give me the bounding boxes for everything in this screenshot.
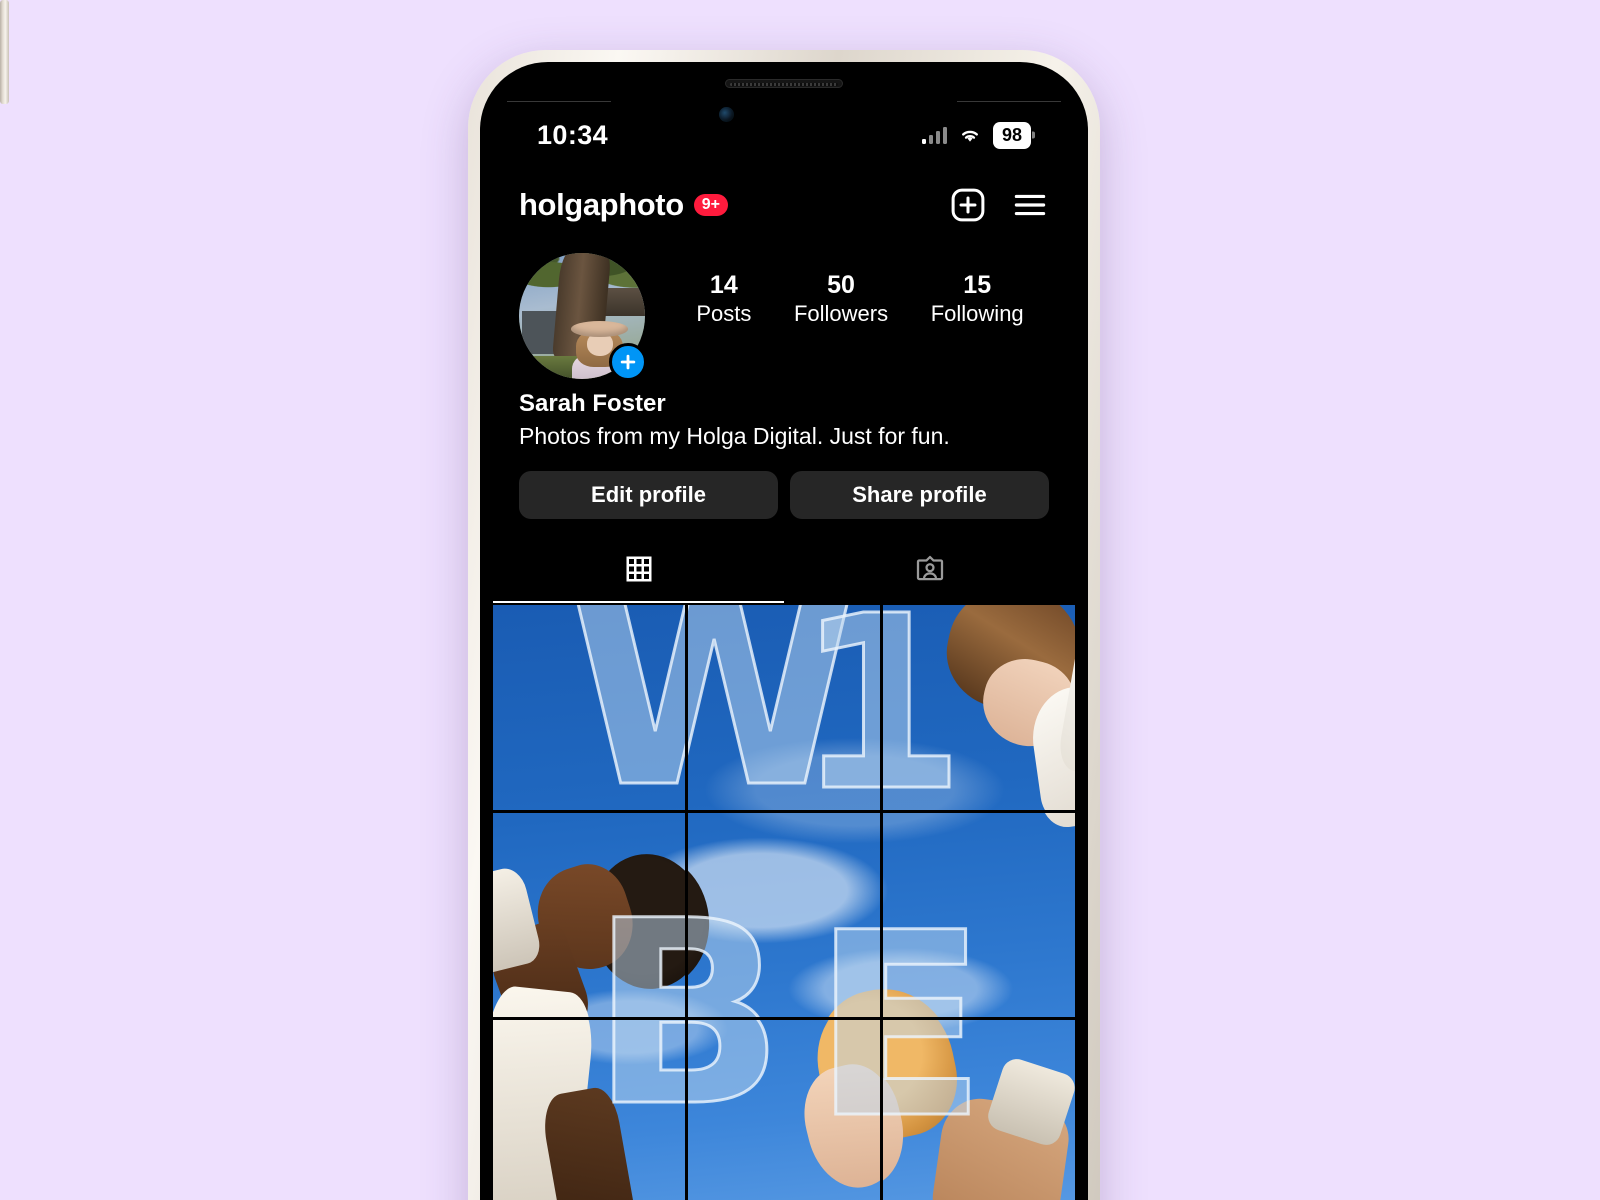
stat-posts-value: 14	[709, 271, 738, 299]
grid-post-2[interactable]: W1 BE	[688, 605, 880, 810]
artwork-slice: W1 BE	[688, 812, 880, 1018]
phone-screen: 10:34 98 holgaphoto 9+ 14 Posts 50 Follo…	[493, 75, 1075, 1200]
profile-action-buttons: Edit profile Share profile	[493, 471, 1075, 519]
profile-summary: 14 Posts 50 Followers 15 Following	[493, 253, 1075, 381]
stat-followers[interactable]: 50 Followers	[794, 271, 888, 327]
artwork-slice: W1 BE	[493, 1020, 685, 1200]
grid-post-6[interactable]: W1 BE	[883, 812, 1075, 1018]
page-title: holgaphoto	[519, 187, 684, 222]
phone-device: 10:34 98 holgaphoto 9+ 14 Posts 50 Follo…	[468, 50, 1100, 1200]
grid-post-5[interactable]: W1 BE	[688, 812, 880, 1018]
bezel-hairline-right	[957, 101, 1061, 102]
profile-tabs	[493, 543, 1075, 603]
app-header: holgaphoto 9+	[493, 169, 1075, 241]
stat-followers-label: Followers	[793, 300, 889, 326]
earpiece-speaker	[725, 79, 843, 88]
artwork-slice: W1 BE	[493, 605, 685, 810]
status-clock: 10:34	[537, 119, 609, 150]
stat-followers-value: 50	[827, 271, 855, 299]
page-root: 10:34 98 holgaphoto 9+ 14 Posts 50 Follo…	[0, 0, 1600, 1200]
grid-post-8[interactable]: W1 BE	[688, 1020, 880, 1200]
cellular-signal-icon	[921, 126, 947, 144]
tagged-person-icon	[914, 553, 946, 590]
plus-square-icon[interactable]	[949, 186, 987, 224]
stat-following[interactable]: 15 Following	[931, 271, 1024, 327]
battery-indicator: 98	[993, 121, 1031, 149]
tab-grid[interactable]	[493, 543, 784, 603]
add-to-story-plus-icon[interactable]	[609, 343, 647, 381]
edit-profile-button[interactable]: Edit profile	[519, 471, 778, 519]
brand-group[interactable]: holgaphoto 9+	[519, 187, 728, 223]
grid-post-3[interactable]: W1 BE	[883, 605, 1075, 810]
grid-icon	[624, 554, 654, 589]
artwork-slice: W1 BE	[883, 605, 1075, 810]
header-actions	[949, 186, 1049, 224]
artwork-slice: W1 BE	[883, 812, 1075, 1018]
phone-bezel: 10:34 98 holgaphoto 9+ 14 Posts 50 Follo…	[480, 62, 1088, 1200]
artwork-slice: W1 BE	[493, 812, 685, 1018]
power-button[interactable]	[0, 0, 9, 104]
avatar[interactable]	[519, 253, 647, 381]
status-bar: 10:34 98	[493, 113, 1075, 157]
status-indicators: 98	[921, 121, 1031, 149]
stat-posts[interactable]: 14 Posts	[696, 271, 751, 327]
grid-post-9[interactable]: W1 BE	[883, 1020, 1075, 1200]
stat-following-value: 15	[963, 271, 992, 299]
tab-tagged[interactable]	[784, 543, 1075, 603]
post-grid: W1 BE	[493, 605, 1075, 1200]
profile-display-name: Sarah Foster	[519, 390, 666, 417]
artwork-slice: W1 BE	[883, 1020, 1075, 1200]
share-profile-button[interactable]: Share profile	[790, 471, 1049, 519]
artwork-slice: W1 BE	[688, 1020, 880, 1200]
profile-stats: 14 Posts 50 Followers 15 Following	[645, 253, 1049, 327]
profile-bio: Photos from my Holga Digital. Just for f…	[519, 423, 950, 449]
stat-following-label: Following	[930, 300, 1024, 326]
grid-post-1[interactable]: W1 BE	[493, 605, 685, 810]
notification-badge: 9+	[693, 193, 728, 217]
wifi-icon	[958, 126, 982, 144]
bezel-hairline-left	[507, 101, 611, 102]
stat-posts-label: Posts	[696, 300, 752, 326]
grid-post-7[interactable]: W1 BE	[493, 1020, 685, 1200]
grid-post-4[interactable]: W1 BE	[493, 812, 685, 1018]
artwork-slice: W1 BE	[688, 605, 880, 810]
hamburger-menu-icon[interactable]	[1011, 186, 1049, 224]
